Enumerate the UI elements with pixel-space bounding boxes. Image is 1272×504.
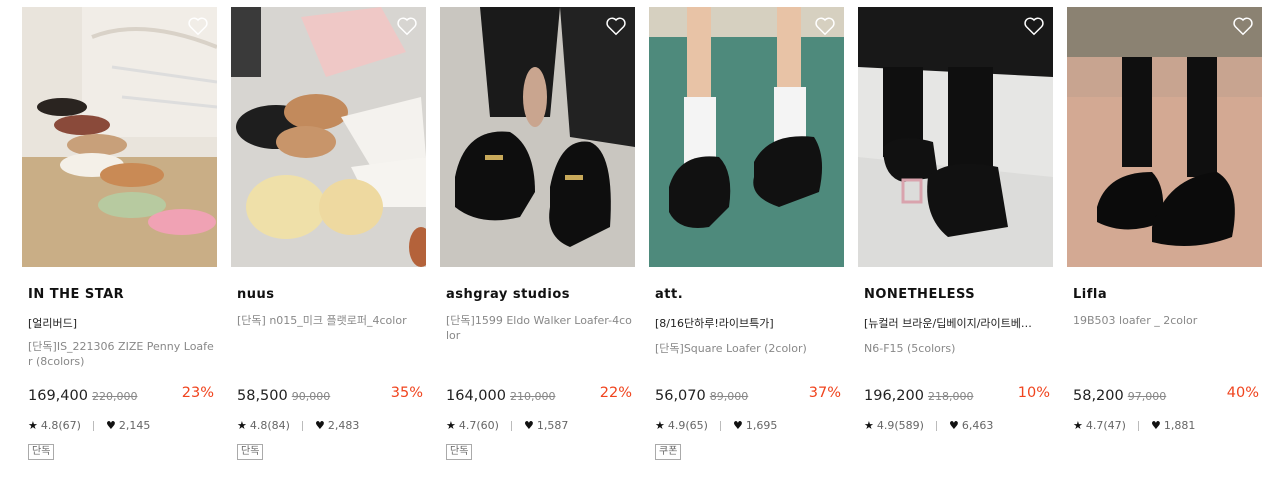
original-price: 210,000: [509, 390, 556, 403]
like-count: 1,695: [745, 419, 778, 432]
promo-tag: [얼리버드]: [28, 317, 78, 330]
heart-filled-icon: ♥: [314, 419, 325, 432]
sale-price: 56,070: [655, 388, 706, 404]
product-meta: ★ 4.9(65) ♥ 1,695: [655, 419, 777, 432]
rating-value: 4.9(589): [876, 419, 924, 432]
rating-value: 4.8(67): [40, 419, 81, 432]
product-card[interactable]: Lifla 19B503 loafer _ 2color 58,200 97,00…: [1067, 7, 1262, 432]
product-meta: ★ 4.8(67) ♥ 2,145: [28, 419, 150, 432]
exclusive-badge: 단독: [446, 444, 473, 460]
sale-price: 196,200: [864, 388, 924, 404]
discount-rate: 22%: [599, 385, 632, 401]
product-name[interactable]: 19B503 loafer _ 2color: [1073, 313, 1261, 328]
product-image[interactable]: [1067, 7, 1262, 267]
product-card[interactable]: IN THE STAR [얼리버드] [단독]IS_221306 ZIZE Pe…: [22, 7, 217, 460]
heart-filled-icon: ♥: [1150, 419, 1161, 432]
original-price: 218,000: [927, 390, 974, 403]
product-name[interactable]: N6-F15 (5colors): [864, 341, 1052, 356]
original-price: 97,000: [1127, 390, 1167, 403]
product-grid: IN THE STAR [얼리버드] [단독]IS_221306 ZIZE Pe…: [0, 0, 1272, 504]
coupon-badge: 쿠폰: [655, 444, 682, 460]
like-count: 2,483: [327, 419, 360, 432]
price-row: 164,000 210,000 22%: [446, 385, 632, 405]
discount-rate: 40%: [1226, 385, 1259, 401]
product-image[interactable]: [440, 7, 635, 267]
product-meta: ★ 4.9(589) ♥ 6,463: [864, 419, 993, 432]
product-image[interactable]: [649, 7, 844, 267]
rating-value: 4.8(84): [249, 419, 290, 432]
divider: [301, 420, 303, 431]
brand-name[interactable]: att.: [655, 287, 683, 302]
original-price: 89,000: [709, 390, 749, 403]
product-name[interactable]: [단독]IS_221306 ZIZE Penny Loafer (8colors…: [28, 339, 216, 369]
promo-tag: [8/16단하루!라이브특가]: [655, 317, 774, 330]
price-row: 56,070 89,000 37%: [655, 385, 841, 405]
heart-filled-icon: ♥: [948, 419, 959, 432]
brand-name[interactable]: NONETHELESS: [864, 287, 975, 302]
star-icon: ★: [28, 419, 38, 432]
product-image[interactable]: [231, 7, 426, 267]
divider: [1137, 420, 1139, 431]
discount-rate: 10%: [1017, 385, 1050, 401]
product-meta: ★ 4.8(84) ♥ 2,483: [237, 419, 359, 432]
product-card[interactable]: NONETHELESS [뉴컬러 브라운/딥베이지/라이트베… N6-F15 (…: [858, 7, 1053, 432]
like-count: 2,145: [118, 419, 151, 432]
promo-tag: [뉴컬러 브라운/딥베이지/라이트베…: [864, 317, 1032, 330]
sale-price: 58,200: [1073, 388, 1124, 404]
heart-outline-icon[interactable]: [187, 15, 209, 37]
exclusive-badge: 단독: [28, 444, 55, 460]
exclusive-badge: 단독: [237, 444, 264, 460]
discount-rate: 23%: [181, 385, 214, 401]
heart-filled-icon: ♥: [523, 419, 534, 432]
star-icon: ★: [655, 419, 665, 432]
divider: [92, 420, 94, 431]
divider: [935, 420, 937, 431]
product-name[interactable]: [단독] n015_미크 플랫로퍼_4color: [237, 313, 425, 328]
product-card[interactable]: ashgray studios [단독]1599 Eldo Walker Loa…: [440, 7, 635, 460]
heart-outline-icon[interactable]: [605, 15, 627, 37]
star-icon: ★: [864, 419, 874, 432]
price-row: 169,400 220,000 23%: [28, 385, 214, 405]
divider: [719, 420, 721, 431]
original-price: 220,000: [91, 390, 138, 403]
price-row: 58,500 90,000 35%: [237, 385, 423, 405]
like-count: 1,587: [536, 419, 569, 432]
heart-outline-icon[interactable]: [1023, 15, 1045, 37]
brand-name[interactable]: nuus: [237, 287, 275, 302]
rating-value: 4.7(47): [1085, 419, 1126, 432]
heart-filled-icon: ♥: [105, 419, 116, 432]
product-card[interactable]: nuus [단독] n015_미크 플랫로퍼_4color 58,500 90,0…: [231, 7, 426, 460]
heart-outline-icon[interactable]: [814, 15, 836, 37]
heart-outline-icon[interactable]: [1232, 15, 1254, 37]
rating-value: 4.9(65): [667, 419, 708, 432]
rating-value: 4.7(60): [458, 419, 499, 432]
product-meta: ★ 4.7(47) ♥ 1,881: [1073, 419, 1195, 432]
product-name[interactable]: [단독]Square Loafer (2color): [655, 341, 843, 356]
sale-price: 164,000: [446, 388, 506, 404]
like-count: 6,463: [961, 419, 994, 432]
brand-name[interactable]: Lifla: [1073, 287, 1107, 302]
divider: [510, 420, 512, 431]
discount-rate: 35%: [390, 385, 423, 401]
price-row: 58,200 97,000 40%: [1073, 385, 1259, 405]
heart-filled-icon: ♥: [732, 419, 743, 432]
sale-price: 169,400: [28, 388, 88, 404]
product-image[interactable]: [858, 7, 1053, 267]
brand-name[interactable]: IN THE STAR: [28, 287, 124, 302]
original-price: 90,000: [291, 390, 331, 403]
star-icon: ★: [237, 419, 247, 432]
star-icon: ★: [1073, 419, 1083, 432]
product-name[interactable]: [단독]1599 Eldo Walker Loafer-4color: [446, 313, 634, 343]
sale-price: 58,500: [237, 388, 288, 404]
discount-rate: 37%: [808, 385, 841, 401]
product-card[interactable]: att. [8/16단하루!라이브특가] [단독]Square Loafer (…: [649, 7, 844, 460]
product-meta: ★ 4.7(60) ♥ 1,587: [446, 419, 568, 432]
heart-outline-icon[interactable]: [396, 15, 418, 37]
star-icon: ★: [446, 419, 456, 432]
like-count: 1,881: [1163, 419, 1196, 432]
product-image[interactable]: [22, 7, 217, 267]
price-row: 196,200 218,000 10%: [864, 385, 1050, 405]
brand-name[interactable]: ashgray studios: [446, 287, 570, 302]
